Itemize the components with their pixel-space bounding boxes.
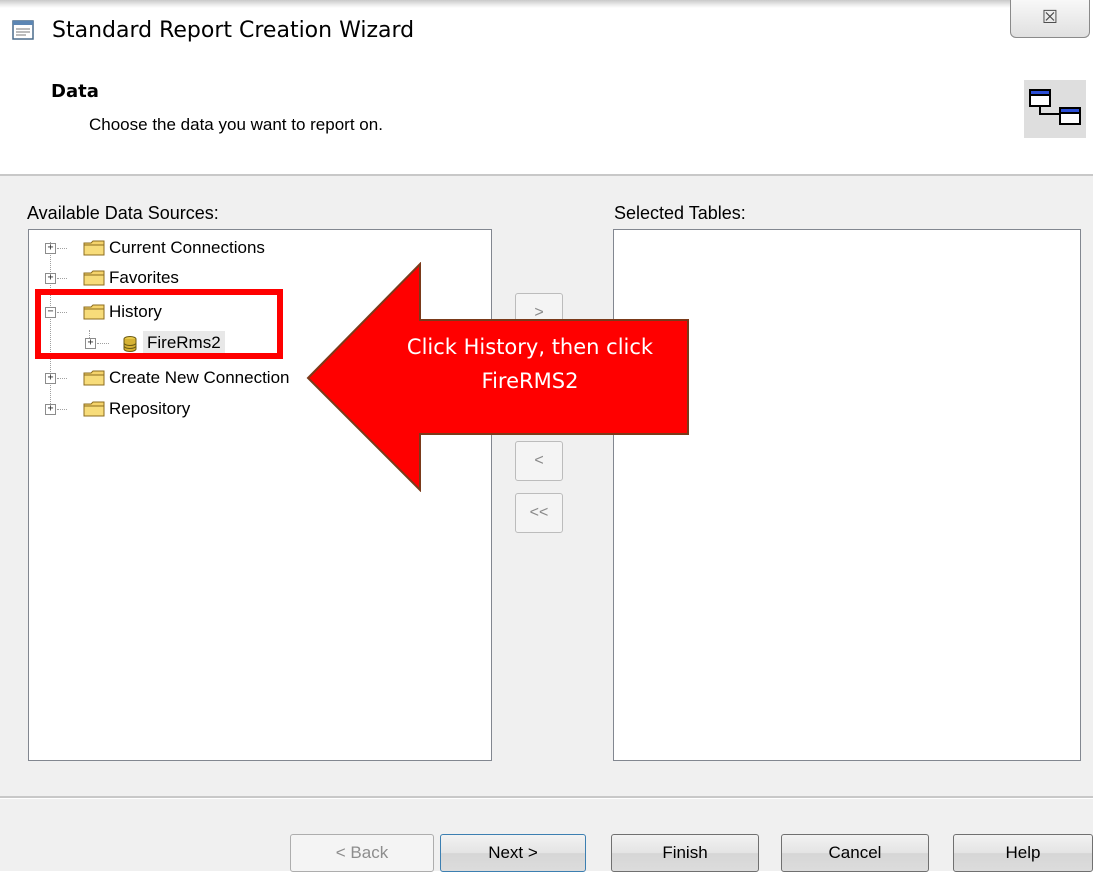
tree-guide xyxy=(57,378,67,379)
annotation-text: Click History, then click FireRMS2 xyxy=(380,330,680,398)
window-title: Standard Report Creation Wizard xyxy=(52,18,415,43)
available-sources-label: Available Data Sources: xyxy=(27,203,219,223)
finish-button[interactable]: Finish xyxy=(611,834,759,872)
expand-icon[interactable]: + xyxy=(45,243,56,254)
expand-icon[interactable]: + xyxy=(45,373,56,384)
close-icon: ☒ xyxy=(1041,7,1059,27)
annotation-line-1: Click History, then click xyxy=(406,335,654,359)
folder-icon xyxy=(83,270,105,286)
folder-icon xyxy=(83,370,105,386)
tree-guide xyxy=(57,278,67,279)
cancel-button[interactable]: Cancel xyxy=(781,834,929,872)
tree-item-label: Favorites xyxy=(109,268,179,287)
linked-tables-icon xyxy=(1024,80,1086,138)
selected-tables-label: Selected Tables: xyxy=(614,203,746,223)
help-button[interactable]: Help xyxy=(953,834,1093,872)
page-title: Data xyxy=(51,81,99,102)
tree-item-label: Repository xyxy=(109,399,191,418)
expand-icon[interactable]: + xyxy=(45,273,56,284)
tree-item-label: Create New Connection xyxy=(109,368,290,387)
tree-guide xyxy=(57,248,67,249)
tree-item-label: Current Connections xyxy=(109,238,265,257)
tree-item-current-connections[interactable]: + Current Connections xyxy=(29,236,489,260)
highlight-box xyxy=(35,289,283,359)
folder-icon xyxy=(83,401,105,417)
page-subtitle: Choose the data you want to report on. xyxy=(89,115,383,134)
title-bar-edge xyxy=(0,0,1010,8)
app-icon xyxy=(12,20,34,40)
annotation-line-2: FireRMS2 xyxy=(481,369,579,393)
folder-icon xyxy=(83,240,105,256)
close-button[interactable]: ☒ xyxy=(1010,0,1090,38)
tree-guide xyxy=(57,409,67,410)
remove-all-button[interactable]: << xyxy=(515,493,563,533)
expand-icon[interactable]: + xyxy=(45,404,56,415)
next-button[interactable]: Next > xyxy=(440,834,586,872)
back-button[interactable]: < Back xyxy=(290,834,434,872)
